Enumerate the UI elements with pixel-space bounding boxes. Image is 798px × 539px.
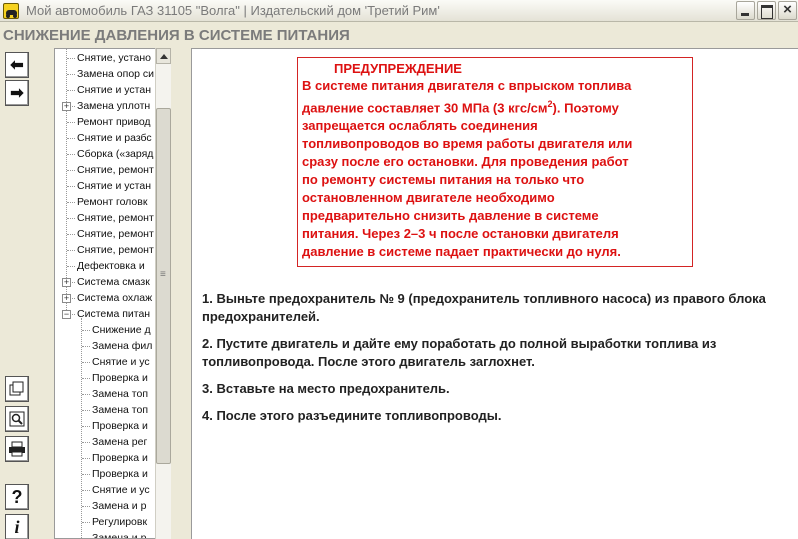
scroll-up-button[interactable] xyxy=(156,48,171,64)
instruction-steps: 1. Выньте предохранитель № 9 (предохрани… xyxy=(202,290,792,434)
pane-splitter[interactable] xyxy=(171,48,191,539)
tree-item[interactable]: Снятие, ремонт xyxy=(77,226,165,242)
tree-item[interactable]: Снятие и устан xyxy=(77,178,165,194)
scroll-thumb[interactable] xyxy=(156,108,171,464)
forward-button[interactable]: ➡ xyxy=(5,80,29,106)
print-button[interactable] xyxy=(5,436,29,462)
warning-line: остановленном двигателе необходимо xyxy=(302,190,555,206)
tree-item[interactable]: Снятие, устано xyxy=(77,50,165,66)
tree-scrollbar[interactable] xyxy=(155,48,171,539)
tree-item[interactable]: Снятие, ремонт xyxy=(77,162,165,178)
warning-text: В системе питания двигателя с впрыском т… xyxy=(302,77,688,261)
step-2: 2. Пустите двигатель и дайте ему поработ… xyxy=(202,336,717,369)
tree-item[interactable]: Снятие, ремонт xyxy=(77,210,165,226)
tree-item[interactable]: Снятие и устан xyxy=(77,82,165,98)
tree-item[interactable]: Снятие и разбс xyxy=(77,130,165,146)
tree-item[interactable]: Система охлаж xyxy=(77,290,165,306)
tree-item[interactable]: Замена уплотн xyxy=(77,98,165,114)
pages-button[interactable] xyxy=(5,376,29,402)
tree-item[interactable]: Дефектовка и xyxy=(77,258,165,274)
title-bar: Мой автомобиль ГАЗ 31105 "Волга" | Издат… xyxy=(0,0,798,22)
warning-line: давление в системе падает практически до… xyxy=(302,244,621,260)
help-button[interactable]: ? xyxy=(5,484,29,510)
help-icon: ? xyxy=(11,486,23,507)
tree-item[interactable]: Ремонт головк xyxy=(77,194,165,210)
warning-line: предварительно снизить давление в систем… xyxy=(302,208,599,224)
info-button[interactable]: i xyxy=(5,514,29,539)
pages-icon xyxy=(9,381,24,396)
maximize-button[interactable] xyxy=(757,1,776,20)
tree-item[interactable]: Сборка («заряд xyxy=(77,146,165,162)
warning-title: ПРЕДУПРЕЖДЕНИЕ xyxy=(334,61,462,76)
close-button[interactable]: × xyxy=(778,1,797,20)
minimize-button[interactable] xyxy=(736,1,755,20)
tree-item[interactable]: Система смазк xyxy=(77,274,165,290)
contents-tree[interactable]: Снятие, устано Замена опор си Снятие и уст… xyxy=(54,48,171,539)
tree-item[interactable]: Система питан xyxy=(77,306,165,322)
tree-item[interactable]: Снятие, ремонт xyxy=(77,242,165,258)
warning-line: давление составляет 30 МПа (3 кгс/см2). … xyxy=(302,99,619,116)
tree-item[interactable]: Замена опор си xyxy=(77,66,165,82)
warning-line: В системе питания двигателя с впрыском т… xyxy=(302,78,632,93)
step-3: 3. Вставьте на место предохранитель. xyxy=(202,381,450,396)
car-app-icon xyxy=(3,3,19,19)
step-4: 4. После этого разъедините топливопровод… xyxy=(202,408,502,423)
back-arrow-icon: ⬅ xyxy=(10,57,24,74)
warning-line: по ремонту системы питания на только что xyxy=(302,172,585,188)
search-magnifier-icon xyxy=(9,411,25,427)
window-title: Мой автомобиль ГАЗ 31105 "Волга" | Издат… xyxy=(26,3,440,18)
tree-expander-icon[interactable]: + xyxy=(62,278,71,287)
info-icon: i xyxy=(14,516,20,537)
step-1: 1. Выньте предохранитель № 9 (предохрани… xyxy=(202,291,766,324)
tree-item[interactable]: Ремонт привод xyxy=(77,114,165,130)
page-title: СНИЖЕНИЕ ДАВЛЕНИЯ В СИСТЕМЕ ПИТАНИЯ xyxy=(3,27,350,44)
warning-box: ПРЕДУПРЕЖДЕНИЕ В системе питания двигате… xyxy=(297,57,693,267)
warning-line: сразу после его остановки. Для проведени… xyxy=(302,154,629,170)
printer-icon xyxy=(9,441,25,457)
warning-line: топливопроводов во время работы двигател… xyxy=(302,136,633,152)
warning-line: запрещается ослаблять соединения xyxy=(302,118,538,134)
tree-expander-icon[interactable]: − xyxy=(62,310,71,319)
tree-expander-icon[interactable]: + xyxy=(62,294,71,303)
close-icon: × xyxy=(783,1,792,18)
forward-arrow-icon: ➡ xyxy=(10,85,24,102)
left-toolbar: ⬅ ➡ ? i xyxy=(0,48,36,539)
tree-expander-icon[interactable]: + xyxy=(62,102,71,111)
search-button[interactable] xyxy=(5,406,29,432)
back-button[interactable]: ⬅ xyxy=(5,52,29,78)
content-pane: ПРЕДУПРЕЖДЕНИЕ В системе питания двигате… xyxy=(191,48,798,539)
warning-line: питания. Через 2–3 ч после остановки дви… xyxy=(302,226,619,242)
